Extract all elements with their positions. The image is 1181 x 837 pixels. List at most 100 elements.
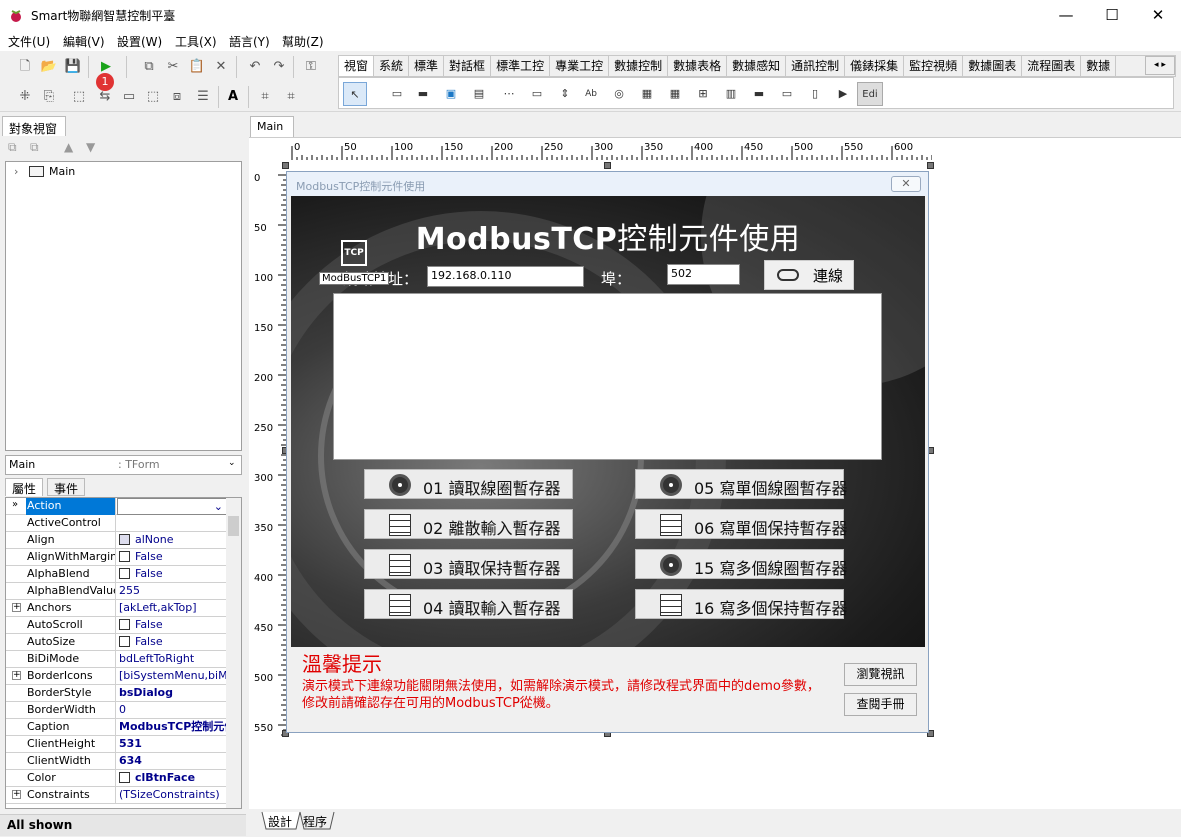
property-row[interactable]: + Anchors [akLeft,akTop] <box>6 600 228 617</box>
property-row[interactable]: » Action ⌄ <box>6 498 228 515</box>
property-value[interactable]: bsDialog <box>117 685 227 702</box>
play-component-icon[interactable]: ▶ <box>831 82 855 106</box>
property-row[interactable]: + Constraints (TSizeConstraints) <box>6 787 228 804</box>
property-value[interactable]: 634 <box>117 753 227 770</box>
bar-component-icon[interactable]: ▬ <box>747 82 771 106</box>
property-value[interactable]: ⌄ <box>117 498 227 515</box>
property-row[interactable]: ClientWidth 634 <box>6 753 228 770</box>
table-component-icon[interactable]: ▥ <box>719 82 743 106</box>
resize-handle[interactable] <box>927 162 934 169</box>
property-row[interactable]: Caption ModbusTCP控制元件 <box>6 719 228 736</box>
tab-data-sensing[interactable]: 數據感知 <box>727 56 787 76</box>
minimize-button[interactable]: — <box>1043 0 1089 30</box>
text-component-icon[interactable]: Ab <box>579 82 603 106</box>
function-button[interactable]: 01 讀取線圈暫存器 <box>364 469 573 499</box>
form-close-icon[interactable]: ✕ <box>891 176 921 192</box>
property-value[interactable] <box>117 515 227 532</box>
copy-icon[interactable]: ⧉ <box>138 56 160 78</box>
send-back-icon[interactable]: ⇆ <box>94 86 116 108</box>
output-memo[interactable] <box>333 293 882 460</box>
function-button[interactable]: 05 寫單個線圈暫存器 <box>635 469 847 499</box>
form-component-icon[interactable]: ▦ <box>635 82 659 106</box>
panel-component-icon[interactable]: ▬ <box>411 82 435 106</box>
maximize-button[interactable]: ☐ <box>1089 0 1135 30</box>
menu-edit[interactable]: 編輯(V) <box>63 33 105 50</box>
port-input[interactable]: 502 <box>667 264 740 285</box>
tab-data-more[interactable]: 數據 <box>1081 56 1117 76</box>
menu-file[interactable]: 文件(U) <box>8 33 50 50</box>
function-button[interactable]: 02 離散輸入暫存器 <box>364 509 573 539</box>
progress-component-icon[interactable]: ▭ <box>775 82 799 106</box>
menu-tools[interactable]: 工具(X) <box>175 33 217 50</box>
align-icon[interactable]: ⁜ <box>14 86 36 108</box>
components-icon[interactable]: ⧈ <box>166 86 188 108</box>
save-icon[interactable]: 💾 <box>62 56 84 78</box>
menu-language[interactable]: 語言(Y) <box>229 33 270 50</box>
menu-settings[interactable]: 設置(W) <box>117 33 162 50</box>
tab-flow-chart[interactable]: 流程圖表 <box>1022 56 1082 76</box>
property-row[interactable]: ClientHeight 531 <box>6 736 228 753</box>
tab-dialog[interactable]: 對話框 <box>444 56 492 76</box>
designer-tab-main[interactable]: Main <box>250 116 294 137</box>
tab-pro-industrial[interactable]: 專業工控 <box>550 56 610 76</box>
checkbox[interactable] <box>119 551 130 562</box>
grid-icon[interactable]: ⌗ <box>254 86 276 108</box>
memo-component-icon[interactable]: ▤ <box>467 82 491 106</box>
document-component-icon[interactable]: ▯ <box>803 82 827 106</box>
property-value[interactable]: [akLeft,akTop] <box>117 600 227 617</box>
function-button[interactable]: 15 寫多個線圈暫存器 <box>635 549 847 579</box>
resize-handle[interactable] <box>282 162 289 169</box>
checkbox[interactable] <box>119 568 130 579</box>
tab-standard-industrial[interactable]: 標準工控 <box>491 56 551 76</box>
property-row[interactable]: AlphaBlendValue 255 <box>6 583 228 600</box>
tab-video[interactable]: 監控視頻 <box>904 56 964 76</box>
expand-icon[interactable]: + <box>12 671 21 680</box>
paste-icon[interactable]: 📋 <box>186 56 208 78</box>
tab-scroll-arrows[interactable]: ◂ ▸ <box>1145 56 1175 75</box>
property-row[interactable]: Align alNone <box>6 532 228 549</box>
tab-window[interactable]: 視窗 <box>339 56 375 76</box>
list-icon[interactable]: ☰ <box>192 86 214 108</box>
media-component-icon[interactable]: ◎ <box>607 82 631 106</box>
grid-component-icon[interactable]: ▦ <box>663 82 687 106</box>
property-value[interactable]: ModbusTCP控制元件 <box>117 719 227 736</box>
spin-component-icon[interactable]: ⇕ <box>553 82 577 106</box>
property-row[interactable]: BorderWidth 0 <box>6 702 228 719</box>
key-icon[interactable]: ⚿ <box>300 56 322 78</box>
new-file-icon[interactable]: 🗋 <box>14 56 36 78</box>
group-icon[interactable]: ▭ <box>118 86 140 108</box>
property-value[interactable]: [biSystemMenu,biMinim <box>117 668 227 685</box>
tab-events[interactable]: 事件 <box>47 478 86 496</box>
edit-component-button[interactable]: Edi <box>857 82 883 106</box>
property-value[interactable]: bdLeftToRight <box>117 651 227 668</box>
object-selector[interactable]: Main : TForm ⌄ <box>5 455 242 475</box>
tree-node-main[interactable]: Main <box>49 165 75 178</box>
tab-data-chart[interactable]: 數據圖表 <box>963 56 1023 76</box>
menu-help[interactable]: 幫助(Z) <box>282 33 324 50</box>
chevron-down-icon[interactable]: ⌄ <box>214 499 223 514</box>
checkbox[interactable] <box>119 772 130 783</box>
tab-design[interactable]: 設計 <box>268 813 292 830</box>
undo-icon[interactable]: ↶ <box>244 56 266 78</box>
function-button[interactable]: 03 讀取保持暫存器 <box>364 549 573 579</box>
cut-icon[interactable]: ✂ <box>162 56 184 78</box>
property-row[interactable]: BorderStyle bsDialog <box>6 685 228 702</box>
property-row[interactable]: Color clBtnFace <box>6 770 228 787</box>
pointer-icon[interactable]: ↖ <box>343 82 367 106</box>
copy-format-icon[interactable]: ⎘ <box>38 86 60 108</box>
checkbox[interactable] <box>119 636 130 647</box>
browse-video-button[interactable]: 瀏覽視訊 <box>844 663 917 686</box>
function-button[interactable]: 16 寫多個保持暫存器 <box>635 589 847 619</box>
tab-standard[interactable]: 標準 <box>409 56 445 76</box>
label-component-icon[interactable]: ▭ <box>385 82 409 106</box>
tab-instrument[interactable]: 儀錶採集 <box>845 56 905 76</box>
tab-data-grid[interactable]: 數據表格 <box>668 56 728 76</box>
tree-icon-2[interactable]: ⧉ <box>30 140 39 155</box>
snap-icon[interactable]: ⌗ <box>280 86 302 108</box>
list-component-icon[interactable]: ⋯ <box>497 82 521 106</box>
property-value[interactable]: False <box>117 634 227 651</box>
property-value[interactable]: False <box>117 617 227 634</box>
property-scrollbar[interactable] <box>226 498 241 808</box>
function-button[interactable]: 06 寫單個保持暫存器 <box>635 509 847 539</box>
property-value[interactable]: (TSizeConstraints) <box>117 787 227 804</box>
